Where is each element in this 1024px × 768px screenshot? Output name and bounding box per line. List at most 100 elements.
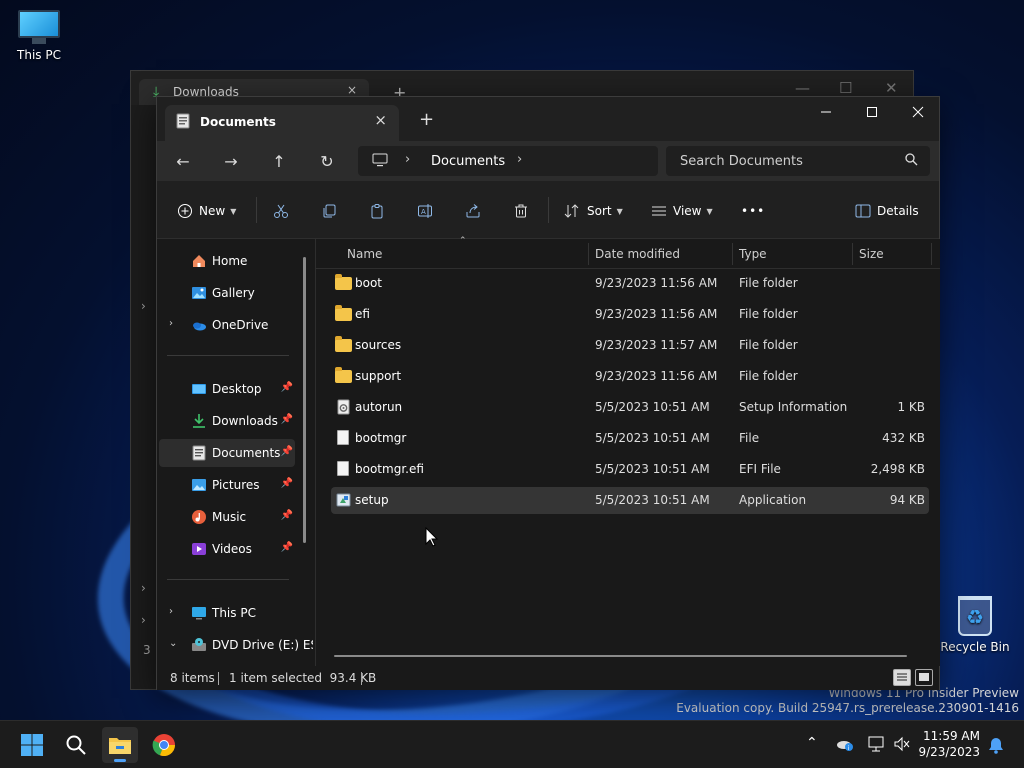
file-type: Application xyxy=(739,493,807,507)
column-header-name[interactable]: Name xyxy=(347,247,382,261)
maximize-button[interactable] xyxy=(849,97,895,127)
sidebar-item-home[interactable]: Home xyxy=(159,247,295,275)
sidebar-item-this-pc[interactable]: › This PC xyxy=(159,599,295,627)
pin-icon[interactable]: 📌 xyxy=(281,510,293,521)
sidebar-item-documents[interactable]: Documents 📌 xyxy=(159,439,295,467)
file-row[interactable]: efi 9/23/2023 11:56 AM File folder xyxy=(331,301,929,328)
sidebar-item-gallery[interactable]: Gallery xyxy=(159,279,295,307)
sidebar-item-onedrive[interactable]: › OneDrive xyxy=(159,311,295,339)
column-header-date[interactable]: Date modified xyxy=(595,247,680,261)
desktop-icon-this-pc[interactable]: This PC xyxy=(4,10,74,62)
network-icon[interactable] xyxy=(867,735,885,753)
file-row[interactable]: support 9/23/2023 11:56 AM File folder xyxy=(331,363,929,390)
view-button[interactable]: View ▼ xyxy=(651,200,713,222)
expand-chevron-icon[interactable]: › xyxy=(141,581,146,595)
search-input[interactable]: Search Documents xyxy=(680,154,803,169)
file-row[interactable]: bootmgr 5/5/2023 10:51 AM File 432 KB xyxy=(331,425,929,452)
cut-icon xyxy=(274,204,288,218)
clock[interactable]: 11:59 AM 9/23/2023 xyxy=(918,728,980,760)
address-bar[interactable]: › Documents › xyxy=(358,146,658,176)
column-divider[interactable] xyxy=(931,243,932,265)
file-row[interactable]: bootmgr.efi 5/5/2023 10:51 AM EFI File 2… xyxy=(331,456,929,483)
new-tab-icon[interactable]: + xyxy=(419,109,434,130)
minimize-button[interactable] xyxy=(803,97,849,127)
close-button[interactable] xyxy=(895,97,941,127)
cut-button[interactable] xyxy=(273,200,289,222)
pin-icon[interactable]: 📌 xyxy=(281,542,293,553)
file-date: 9/23/2023 11:56 AM xyxy=(595,276,718,290)
column-divider[interactable] xyxy=(588,243,589,265)
file-row[interactable]: sources 9/23/2023 11:57 AM File folder xyxy=(331,332,929,359)
file-row-selected[interactable]: setup 5/5/2023 10:51 AM Application 94 K… xyxy=(331,487,929,514)
expand-chevron-icon[interactable]: › xyxy=(169,606,173,617)
sidebar-item-music[interactable]: Music 📌 xyxy=(159,503,295,531)
sidebar-item-pictures[interactable]: Pictures 📌 xyxy=(159,471,295,499)
chrome-taskbar-button[interactable] xyxy=(146,727,182,763)
search-box[interactable]: Search Documents xyxy=(666,146,930,176)
file-date: 9/23/2023 11:57 AM xyxy=(595,338,718,352)
up-button[interactable]: ↑ xyxy=(265,149,293,173)
copy-button[interactable] xyxy=(321,200,337,222)
details-pane-button[interactable]: Details xyxy=(855,200,919,222)
details-pane-icon xyxy=(855,204,871,218)
sidebar-divider xyxy=(167,579,289,580)
minimize-icon[interactable]: — xyxy=(795,79,810,97)
expand-chevron-icon[interactable]: › xyxy=(141,299,146,313)
expand-chevron-icon[interactable]: › xyxy=(141,613,146,627)
pin-icon[interactable]: 📌 xyxy=(281,446,293,457)
breadcrumb-chevron-icon[interactable]: › xyxy=(405,152,410,167)
sidebar-scrollbar[interactable] xyxy=(303,257,306,543)
expand-chevron-icon[interactable]: › xyxy=(169,318,173,329)
tiles-view-button[interactable] xyxy=(915,669,933,686)
delete-button[interactable] xyxy=(513,200,529,222)
onedrive-status-icon[interactable]: i xyxy=(835,735,855,753)
sidebar-item-videos[interactable]: Videos 📌 xyxy=(159,535,295,563)
sort-button[interactable]: Sort ▼ xyxy=(563,200,623,222)
maximize-icon[interactable]: ☐ xyxy=(839,79,852,97)
forward-button[interactable]: → xyxy=(217,149,245,173)
desktop-icon-recycle-bin[interactable]: ♻ Recycle Bin xyxy=(940,596,1010,654)
file-explorer-taskbar-button[interactable] xyxy=(102,727,138,763)
file-row[interactable]: boot 9/23/2023 11:56 AM File folder xyxy=(331,270,929,297)
column-divider[interactable] xyxy=(852,243,853,265)
column-header-size[interactable]: Size xyxy=(859,247,884,261)
sidebar-item-downloads[interactable]: Downloads 📌 xyxy=(159,407,295,435)
file-icon xyxy=(335,430,353,446)
title-bar[interactable]: Documents × + xyxy=(157,97,939,141)
refresh-button[interactable]: ↻ xyxy=(313,149,341,173)
file-name: autorun xyxy=(355,400,403,414)
pin-icon[interactable]: 📌 xyxy=(281,414,293,425)
breadcrumb-chevron-icon[interactable]: › xyxy=(517,152,522,167)
see-more-button[interactable]: ••• xyxy=(741,200,765,222)
new-button[interactable]: New ▼ xyxy=(177,200,236,222)
breadcrumb-documents[interactable]: Documents xyxy=(431,154,505,169)
share-button[interactable] xyxy=(465,200,481,222)
tab-documents[interactable]: Documents × xyxy=(165,105,399,141)
sidebar-item-dvd-drive[interactable]: ⌄ DVD Drive (E:) ES xyxy=(159,631,313,659)
volume-muted-icon[interactable] xyxy=(893,735,911,753)
close-icon[interactable]: ✕ xyxy=(885,79,898,97)
close-tab-icon[interactable]: × xyxy=(374,111,387,129)
paste-button[interactable] xyxy=(369,200,385,222)
search-button[interactable] xyxy=(58,727,94,763)
explorer-window[interactable]: Documents × + ← → ↑ ↻ › Documents › Sear… xyxy=(156,96,940,690)
horizontal-scrollbar[interactable] xyxy=(334,655,907,657)
sidebar-item-desktop[interactable]: Desktop 📌 xyxy=(159,375,295,403)
home-icon xyxy=(193,255,205,267)
details-view-button[interactable] xyxy=(893,669,911,686)
collapse-chevron-icon[interactable]: ⌄ xyxy=(169,638,177,649)
svg-text:A: A xyxy=(421,208,426,216)
column-divider[interactable] xyxy=(732,243,733,265)
show-hidden-icons-chevron-icon[interactable]: ⌃ xyxy=(806,735,818,751)
file-name: support xyxy=(355,369,402,383)
notification-bell-icon[interactable] xyxy=(988,736,1004,754)
start-button[interactable] xyxy=(14,727,50,763)
back-button[interactable]: ← xyxy=(169,149,197,173)
rename-button[interactable]: A xyxy=(417,200,433,222)
file-row[interactable]: autorun 5/5/2023 10:51 AM Setup Informat… xyxy=(331,394,929,421)
close-tab-icon[interactable]: × xyxy=(347,83,357,97)
pin-icon[interactable]: 📌 xyxy=(281,382,293,393)
column-header-type[interactable]: Type xyxy=(739,247,767,261)
pin-icon[interactable]: 📌 xyxy=(281,478,293,489)
file-name: sources xyxy=(355,338,402,352)
